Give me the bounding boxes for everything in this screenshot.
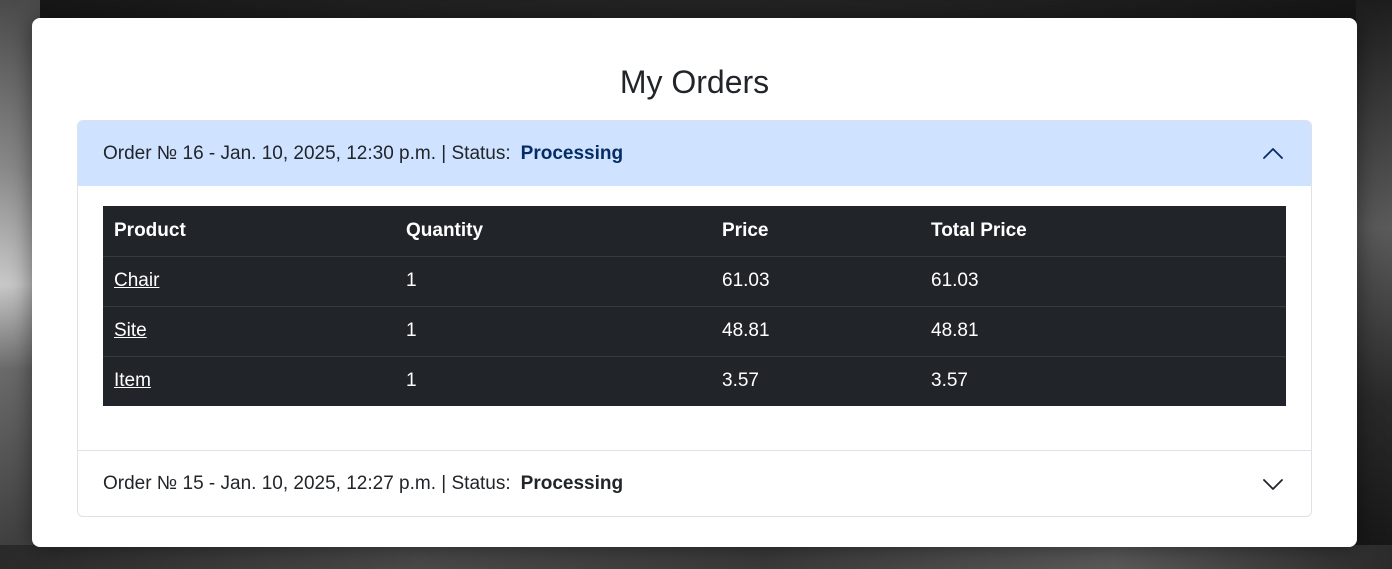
- page-title: My Orders: [619, 64, 770, 100]
- chevron-up-icon: [1263, 147, 1283, 159]
- order-16-toggle[interactable]: Order № 16 - Jan. 10, 2025, 12:30 p.m. |…: [78, 121, 1311, 186]
- orders-card: My Orders Order № 16 - Jan. 10, 2025, 12…: [32, 18, 1357, 547]
- product-cell: Chair: [103, 256, 395, 307]
- column-header: Product: [103, 206, 395, 257]
- order-15-toggle[interactable]: Order № 15 - Jan. 10, 2025, 12:27 p.m. |…: [78, 451, 1311, 516]
- price-cell: 61.03: [711, 256, 920, 307]
- total-price-cell: 61.03: [920, 256, 1286, 307]
- table-row: Item 1 3.57 3.57: [103, 356, 1286, 406]
- column-header: Quantity: [395, 206, 711, 257]
- column-header: Total Price: [920, 206, 1286, 257]
- product-cell: Site: [103, 306, 395, 357]
- order-status: Processing: [520, 142, 624, 164]
- product-link[interactable]: Chair: [114, 270, 159, 291]
- total-price-cell: 3.57: [931, 370, 968, 392]
- order-items-table: Product Quantity Price Total Price Chair…: [103, 206, 1286, 406]
- product-cell: Item: [103, 356, 395, 406]
- background-right: [1356, 0, 1392, 569]
- chevron-down-icon: [1263, 478, 1283, 490]
- table-row: Site 1 48.81 48.81: [103, 306, 1286, 357]
- quantity-cell: 1: [395, 306, 711, 357]
- order-16-body: Product Quantity Price Total Price Chair…: [78, 186, 1311, 451]
- table-header-row: Product Quantity Price Total Price: [103, 206, 1286, 257]
- price-cell: 3.57: [722, 370, 759, 392]
- background-bottom: [0, 545, 1392, 569]
- price-cell: 48.81: [711, 306, 920, 357]
- total-price-cell: 48.81: [920, 306, 1286, 357]
- order-header-text: Order № 15 - Jan. 10, 2025, 12:27 p.m. |…: [103, 472, 511, 494]
- order-header-text: Order № 16 - Jan. 10, 2025, 12:30 p.m. |…: [103, 142, 511, 164]
- product-link[interactable]: Item: [114, 370, 151, 391]
- orders-accordion: Order № 16 - Jan. 10, 2025, 12:30 p.m. |…: [77, 120, 1312, 517]
- quantity-cell: 1: [406, 370, 417, 392]
- table-row: Chair 1 61.03 61.03: [103, 256, 1286, 307]
- column-header: Price: [711, 206, 920, 257]
- order-status: Processing: [520, 472, 624, 494]
- product-link[interactable]: Site: [114, 320, 147, 341]
- quantity-cell: 1: [395, 256, 711, 307]
